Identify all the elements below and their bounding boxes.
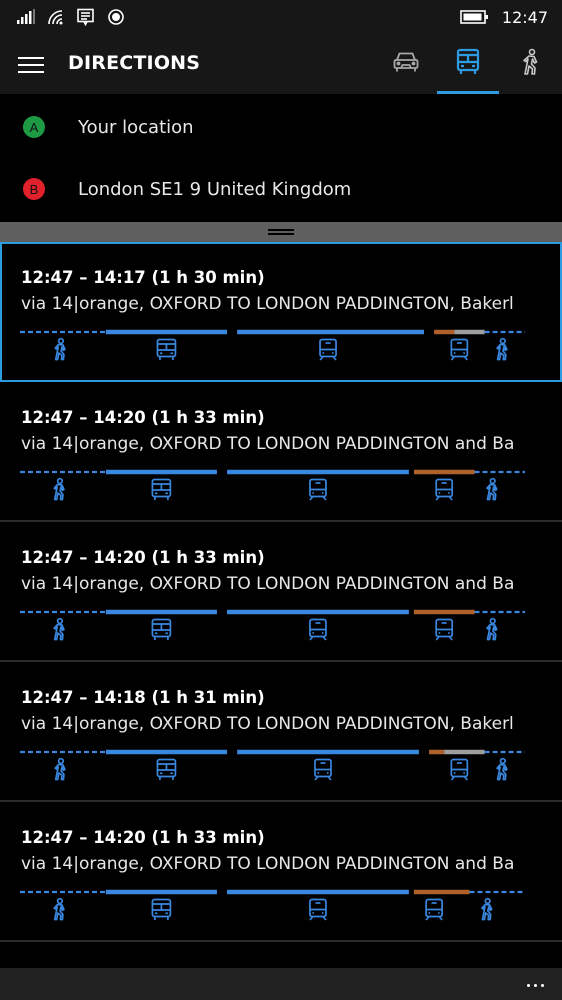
route-option[interactable]: 12:47 – 14:20 (1 h 33 min) via 14|orange,…	[0, 382, 562, 522]
wifi-icon	[46, 8, 66, 26]
walking-person-icon	[519, 48, 541, 80]
walking-person-icon	[53, 477, 65, 501]
hamburger-line	[18, 64, 44, 66]
battery-icon	[460, 9, 490, 25]
train-icon	[309, 898, 327, 921]
hamburger-menu-button[interactable]	[14, 50, 50, 78]
route-option[interactable]: 12:47 – 14:20 (1 h 33 min) via 14|orange,…	[0, 522, 562, 662]
more-dot	[540, 983, 544, 987]
status-time: 12:47	[501, 7, 548, 27]
panel-resize-handle[interactable]	[0, 222, 562, 242]
walking-person-icon	[481, 897, 493, 921]
hamburger-line	[18, 71, 44, 73]
walking-person-icon	[496, 337, 508, 361]
tab-transit[interactable]	[437, 34, 499, 94]
more-options-icon	[526, 983, 530, 987]
walking-person-icon	[53, 617, 65, 641]
signal-strength-icon	[16, 8, 36, 26]
route-timeline	[20, 469, 525, 501]
walking-person-icon	[486, 477, 498, 501]
bus-icon	[156, 758, 177, 780]
app-bar: DIRECTIONS	[0, 34, 562, 94]
route-list[interactable]: 12:47 – 14:17 (1 h 30 min) via 14|orange,…	[0, 242, 562, 968]
train-icon	[450, 758, 469, 781]
walking-person-icon	[53, 897, 65, 921]
train-icon	[435, 478, 454, 501]
route-option[interactable]: 12:47 – 14:20 (1 h 33 min) via 14|orange,…	[0, 802, 562, 942]
bus-icon	[151, 618, 172, 640]
walking-person-icon	[496, 757, 508, 781]
train-icon	[309, 618, 327, 641]
waypoint-start[interactable]: A Your location	[0, 96, 562, 158]
bus-icon	[151, 898, 172, 920]
route-timeline	[20, 889, 525, 921]
tab-walk[interactable]	[499, 34, 561, 94]
walking-person-icon	[486, 617, 498, 641]
train-icon	[309, 478, 327, 501]
train-icon	[314, 758, 332, 781]
route-timeline	[20, 329, 525, 361]
walking-person-icon	[54, 337, 66, 361]
tab-car[interactable]	[375, 34, 437, 94]
train-icon	[450, 338, 469, 361]
car-icon	[392, 50, 420, 78]
more-dot	[533, 983, 537, 987]
route-option[interactable]: 12:47 – 14:17 (1 h 30 min) via 14|orange,…	[0, 242, 562, 382]
bus-icon	[151, 478, 172, 500]
train-icon	[425, 898, 443, 921]
location-icon	[106, 8, 126, 26]
bus-icon	[156, 338, 177, 360]
route-timeline	[20, 609, 525, 641]
page-title: DIRECTIONS	[68, 52, 201, 74]
route-option[interactable]: 12:47 – 14:18 (1 h 31 min) via 14|orange,…	[0, 662, 562, 802]
waypoint-start-text: Your location	[78, 116, 194, 138]
waypoint-b-badge: B	[23, 178, 45, 200]
bus-icon	[455, 48, 481, 80]
message-notification-icon	[76, 8, 96, 27]
hamburger-menu-icon	[18, 57, 44, 59]
waypoints-panel: A Your location B London SE1 9 United Ki…	[0, 94, 562, 222]
train-icon	[319, 338, 337, 361]
waypoint-destination-text: London SE1 9 United Kingdom	[78, 178, 352, 200]
status-bar: 12:47	[0, 0, 562, 34]
waypoint-a-badge: A	[23, 116, 45, 138]
bottom-app-bar	[0, 968, 562, 1000]
more-options-button[interactable]	[520, 974, 550, 996]
grip-line	[268, 233, 294, 235]
grip-line	[268, 229, 294, 231]
waypoint-destination[interactable]: B London SE1 9 United Kingdom	[0, 158, 562, 220]
route-timeline	[20, 749, 525, 781]
walking-person-icon	[54, 757, 66, 781]
train-icon	[435, 618, 454, 641]
